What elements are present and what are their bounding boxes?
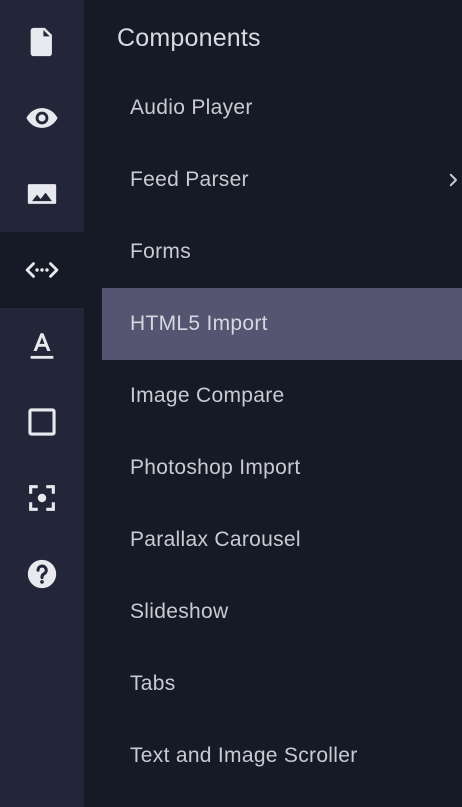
rail-item-code[interactable] <box>0 232 84 308</box>
rail-item-text[interactable] <box>0 308 84 384</box>
list-item-label: Audio Player <box>130 96 253 119</box>
list-item-parallax-carousel[interactable]: Parallax Carousel <box>102 504 462 576</box>
icon-rail <box>0 0 84 807</box>
rail-item-focus[interactable] <box>0 460 84 536</box>
rail-item-help[interactable] <box>0 536 84 612</box>
help-icon <box>27 559 57 589</box>
rail-item-document[interactable] <box>0 4 84 80</box>
chevron-right-icon <box>449 173 457 187</box>
code-icon <box>25 262 59 278</box>
panel-title: Components <box>117 24 261 52</box>
list-item-label: Feed Parser <box>130 168 249 191</box>
list-item-label: Text and Image Scroller <box>130 744 358 767</box>
center-focus-icon <box>29 485 55 511</box>
list-item-label: Photoshop Import <box>130 456 301 479</box>
list-item-label: Parallax Carousel <box>130 528 301 551</box>
text-format-icon <box>30 333 54 359</box>
list-item-forms[interactable]: Forms <box>102 216 462 288</box>
components-panel: Components Audio Player Feed Parser Form… <box>84 0 462 807</box>
eye-icon <box>26 108 58 128</box>
image-icon <box>27 184 57 204</box>
square-icon <box>28 408 56 436</box>
components-list: Audio Player Feed Parser Forms HTML5 Imp… <box>102 72 462 792</box>
list-item-text-and-image-scroller[interactable]: Text and Image Scroller <box>102 720 462 792</box>
list-item-audio-player[interactable]: Audio Player <box>102 72 462 144</box>
list-item-html5-import[interactable]: HTML5 Import <box>102 288 462 360</box>
list-item-label: Tabs <box>130 672 176 695</box>
app: Components Audio Player Feed Parser Form… <box>0 0 462 807</box>
list-item-photoshop-import[interactable]: Photoshop Import <box>102 432 462 504</box>
list-item-label: Slideshow <box>130 600 229 623</box>
rail-item-preview[interactable] <box>0 80 84 156</box>
list-item-image-compare[interactable]: Image Compare <box>102 360 462 432</box>
list-item-label: Image Compare <box>130 384 285 407</box>
list-item-label: HTML5 Import <box>130 312 268 335</box>
document-icon <box>30 27 52 57</box>
list-item-feed-parser[interactable]: Feed Parser <box>102 144 462 216</box>
list-item-tabs[interactable]: Tabs <box>102 648 462 720</box>
rail-item-image[interactable] <box>0 156 84 232</box>
rail-item-shape[interactable] <box>0 384 84 460</box>
list-item-label: Forms <box>130 240 191 263</box>
list-item-slideshow[interactable]: Slideshow <box>102 576 462 648</box>
